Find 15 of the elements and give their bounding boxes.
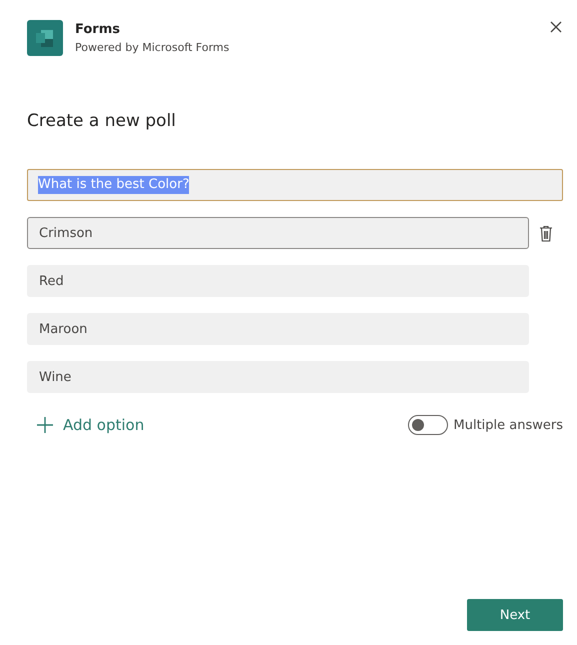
option-field[interactable]: Crimson [27,217,529,249]
add-option-button[interactable]: Add option [37,416,144,434]
toggle-label: Multiple answers [454,418,563,432]
option-field[interactable]: Wine [27,361,529,393]
next-button[interactable]: Next [467,599,563,631]
dialog-heading: Create a new poll [27,111,177,131]
app-subtitle: Powered by Microsoft Forms [75,41,230,54]
option-field[interactable]: Red [27,265,529,297]
delete-icon[interactable] [539,224,553,242]
option-field[interactable]: Maroon [27,313,529,345]
forms-logo-icon [27,20,63,56]
plus-icon [37,417,53,433]
multiple-answers-toggle[interactable] [408,415,448,435]
app-name: Forms [75,22,121,37]
close-button[interactable] [549,20,563,34]
